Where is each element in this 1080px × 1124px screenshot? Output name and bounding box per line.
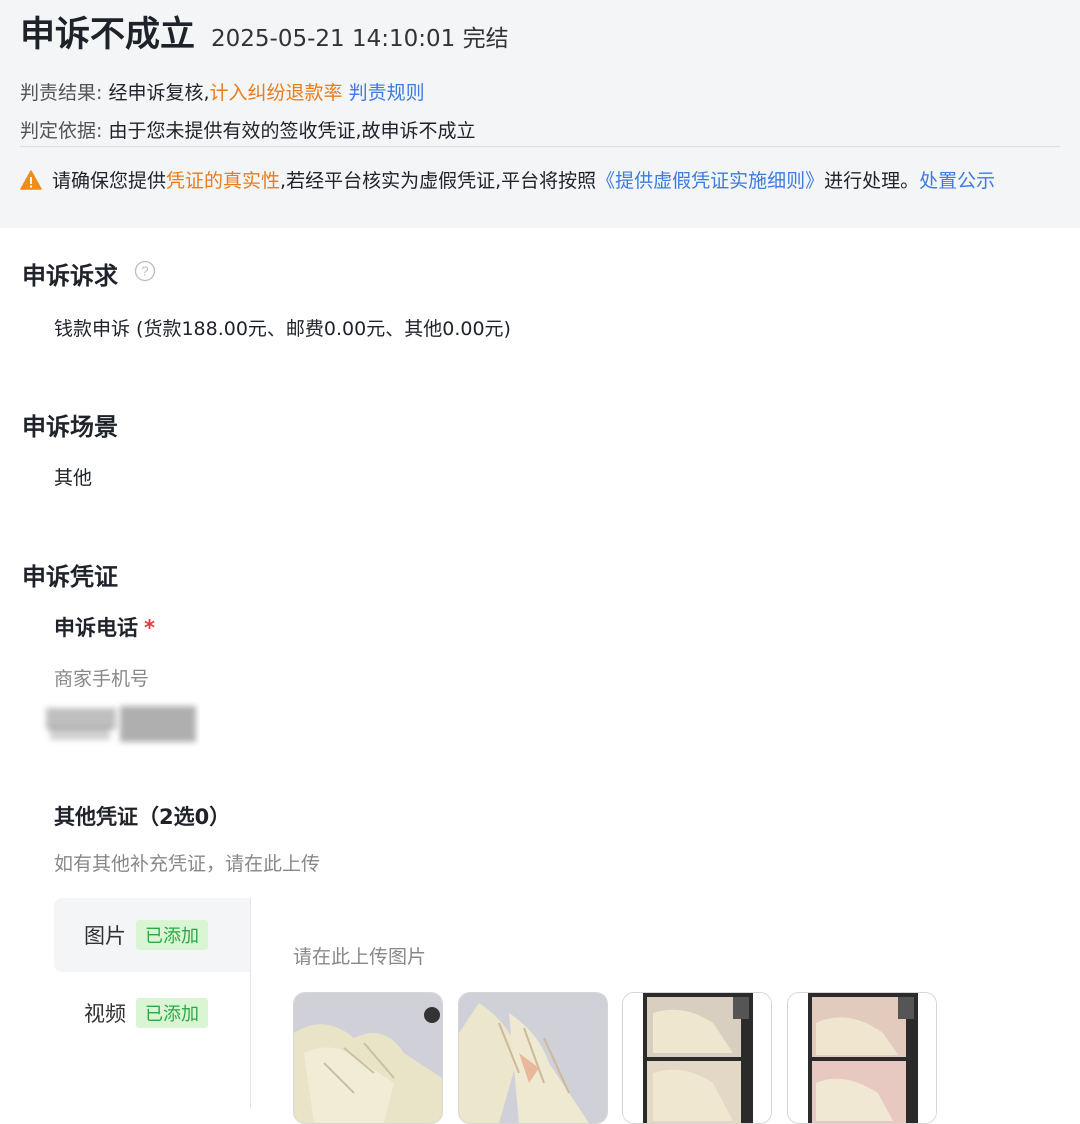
warning-highlight: 凭证的真实性 — [166, 170, 281, 192]
warning-icon — [20, 169, 42, 190]
tab-videos[interactable]: 视频 已添加 — [54, 976, 250, 1050]
other-evidence-hint: 如有其他补充凭证，请在此上传 — [54, 853, 321, 875]
warning-text-3: 进行处理。 — [824, 170, 920, 192]
result-highlight: 计入纠纷退款率 — [209, 82, 343, 104]
judgement-rules-link[interactable]: 判责规则 — [349, 82, 425, 104]
question-circle-icon[interactable]: ? — [134, 260, 156, 282]
status-header: 申诉不成立 2025-05-21 14:10:01 完结 — [20, 6, 509, 57]
upload-images-hint: 请在此上传图片 — [293, 946, 427, 968]
basis-text: 由于您未提供有效的签收凭证,故申诉不成立 — [108, 120, 476, 142]
basis-label: 判定依据: — [20, 120, 103, 142]
status-timestamp: 2025-05-21 14:10:01 完结 — [211, 26, 509, 52]
required-mark: * — [144, 616, 155, 640]
divider — [20, 146, 1060, 147]
page-title: 申诉不成立 — [20, 15, 196, 55]
evidence-video-thumbnail[interactable] — [622, 992, 772, 1124]
redacted-phone-number — [46, 706, 196, 742]
tab-images-label: 图片 — [84, 924, 126, 948]
evidence-image-thumbnail[interactable] — [458, 992, 608, 1124]
tab-videos-label: 视频 — [84, 1002, 126, 1026]
warning-notice: 请确保您提供 凭证的真实性 ,若经平台核实为虚假凭证,平台将按照 《提供虚假凭证实施细… — [20, 166, 995, 193]
result-text: 经申诉复核, — [108, 82, 210, 104]
warning-text-1: 请确保您提供 — [52, 170, 167, 192]
merchant-phone-hint: 商家手机号 — [54, 668, 150, 690]
result-label: 判责结果: — [20, 82, 103, 104]
evidence-video-thumbnail[interactable] — [787, 992, 937, 1124]
result-line: 判责结果: 经申诉复核,计入纠纷退款率 判责规则 — [20, 78, 425, 105]
appeal-phone-title: 申诉电话 * — [54, 612, 155, 642]
basis-line: 判定依据: 由于您未提供有效的签收凭证,故申诉不成立 — [20, 116, 476, 143]
evidence-image-thumbnail[interactable] — [293, 992, 443, 1124]
svg-text:?: ? — [141, 264, 148, 279]
warning-text-2: ,若经平台核实为虚假凭证,平台将按照 — [280, 170, 597, 192]
appeal-evidence-title: 申诉凭证 — [22, 563, 118, 591]
appeal-request-text: 钱款申诉 (货款188.00元、邮费0.00元、其他0.00元) — [54, 318, 511, 340]
other-evidence-title: 其他凭证（2选0） — [54, 805, 231, 829]
appeal-phone-label: 申诉电话 — [54, 616, 138, 640]
appeal-scene-text: 其他 — [54, 467, 93, 489]
added-badge: 已添加 — [136, 920, 208, 950]
tab-images[interactable]: 图片 已添加 — [54, 898, 250, 972]
appeal-scene-title: 申诉场景 — [22, 413, 118, 441]
tabs-divider — [250, 898, 251, 1108]
false-evidence-rules-link[interactable]: 《提供虚假凭证实施细则》 — [596, 166, 824, 193]
evidence-type-tabs: 图片 已添加 视频 已添加 — [54, 898, 250, 1108]
appeal-request-title: 申诉诉求 — [22, 262, 118, 290]
disposal-notice-link[interactable]: 处置公示 — [919, 166, 995, 193]
added-badge: 已添加 — [136, 998, 208, 1028]
